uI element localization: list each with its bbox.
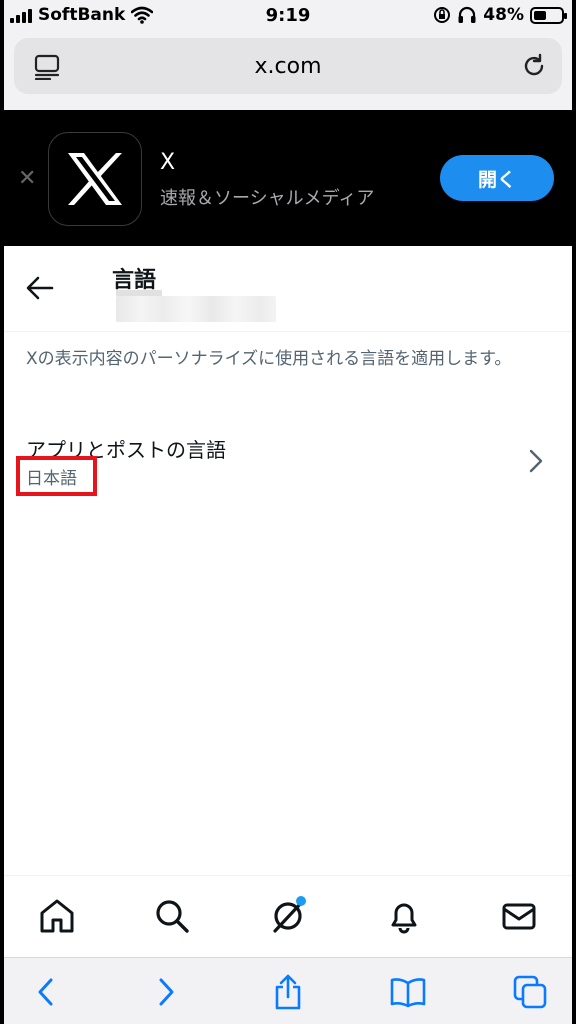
notification-dot: [296, 896, 306, 906]
language-setting-row[interactable]: アプリとポストの言語 日本語: [4, 428, 572, 504]
url-text[interactable]: x.com: [14, 54, 562, 79]
header-divider: [4, 331, 572, 332]
forward-icon: [159, 978, 174, 1006]
app-store-banner: ✕ X 速報＆ソーシャルメディア 開く: [4, 110, 572, 246]
x-logo-icon: [48, 132, 142, 226]
bookmarks-icon: [390, 978, 426, 1008]
status-bar: SoftBank 9:19 48%: [4, 0, 572, 32]
messages-tab[interactable]: [497, 894, 541, 938]
orientation-lock-icon: [434, 7, 451, 23]
page-description: Xの表示内容のパーソナライズに使用される言語を適用します。: [26, 349, 512, 369]
search-icon: [156, 900, 189, 933]
back-icon: [38, 978, 53, 1006]
close-icon[interactable]: ✕: [18, 166, 36, 191]
battery-icon: [530, 6, 567, 24]
headphones-icon: [458, 6, 476, 23]
notifications-tab[interactable]: [382, 894, 426, 938]
blurred-username: [116, 290, 276, 322]
tabs-icon: [513, 975, 547, 1009]
browser-back-button[interactable]: [26, 972, 66, 1012]
chevron-right-icon: [529, 449, 543, 473]
messages-icon: [502, 903, 536, 930]
browser-forward-button[interactable]: [146, 972, 186, 1012]
reload-icon[interactable]: [520, 52, 548, 80]
share-button[interactable]: [268, 972, 308, 1012]
app-subtitle: 速報＆ソーシャルメディア: [160, 188, 375, 209]
bookmarks-button[interactable]: [388, 972, 428, 1012]
share-icon: [275, 974, 301, 1010]
notifications-icon: [391, 903, 417, 934]
address-bar[interactable]: x.com: [14, 38, 562, 94]
app-name: X: [160, 150, 176, 175]
search-tab[interactable]: [150, 894, 194, 938]
setting-value: 日本語: [26, 469, 77, 489]
home-icon: [40, 899, 74, 933]
status-right: 48%: [433, 5, 567, 25]
browser-url-area: x.com: [4, 32, 572, 110]
battery-percent: 48%: [483, 5, 524, 25]
home-tab[interactable]: [35, 894, 79, 938]
phone-screen: SoftBank 9:19 48% x.com ✕ X 速報＆ソーシャルメディア…: [4, 0, 572, 1024]
bottom-navigation: [4, 875, 572, 957]
safari-toolbar: [4, 957, 572, 1024]
tabs-button[interactable]: [510, 972, 550, 1012]
back-arrow-icon[interactable]: [26, 275, 54, 301]
open-app-button[interactable]: 開く: [440, 155, 554, 201]
grok-tab[interactable]: [266, 894, 310, 938]
